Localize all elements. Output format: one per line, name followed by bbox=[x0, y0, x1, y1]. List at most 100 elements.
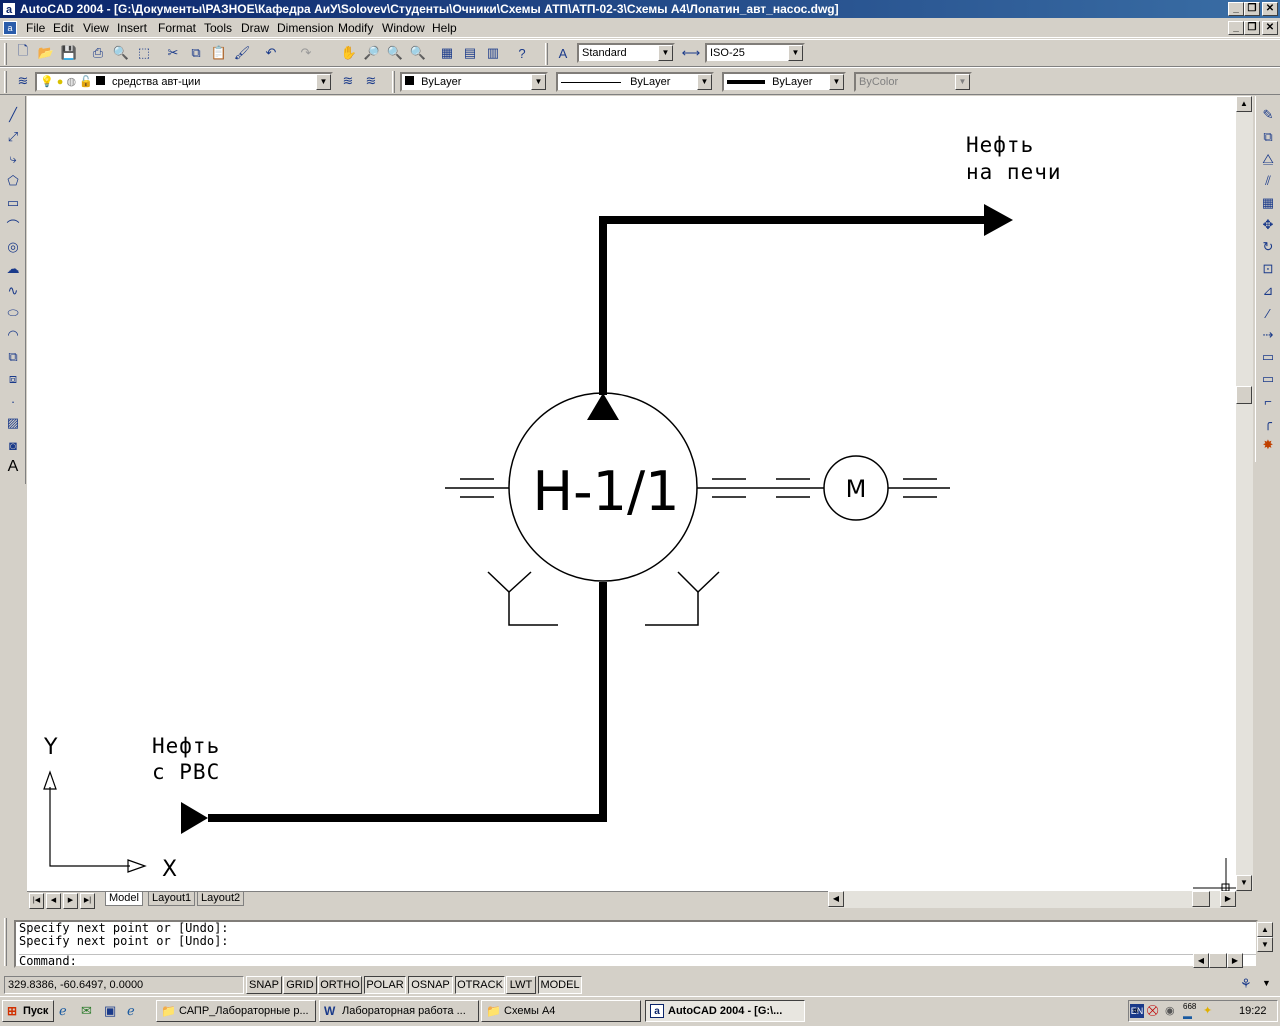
arc-icon[interactable]: ⌒ bbox=[2, 214, 24, 236]
multiline-text-icon[interactable]: A bbox=[2, 456, 24, 478]
restore-button[interactable]: ❐ bbox=[1244, 2, 1260, 16]
first-tab-button[interactable]: |◀ bbox=[29, 893, 44, 909]
communication-center-icon[interactable]: ⚘ bbox=[1240, 976, 1252, 992]
drawing-canvas[interactable]: Нефть на печи Нефть с РВС Н-1/1 М Y X bbox=[27, 96, 1236, 891]
menu-dimension[interactable]: Dimension bbox=[277, 21, 334, 35]
cmd-scroll-up-button[interactable]: ▲ bbox=[1257, 922, 1273, 937]
horizontal-scrollbar[interactable]: ◀ ▶ bbox=[828, 891, 1236, 908]
cut-icon[interactable]: ✂ bbox=[162, 42, 184, 64]
lwt-toggle[interactable]: LWT bbox=[506, 976, 536, 994]
task-folder-sapr[interactable]: 📁 САПР_Лабораторные р... bbox=[156, 1000, 316, 1022]
doc-close-button[interactable]: ✕ bbox=[1262, 21, 1278, 35]
command-history[interactable]: Specify next point or [Undo]: Specify ne… bbox=[14, 920, 1258, 968]
menu-draw[interactable]: Draw bbox=[241, 21, 269, 35]
scroll-left-button[interactable]: ◀ bbox=[828, 891, 844, 907]
otrack-toggle[interactable]: OTRACK bbox=[455, 976, 505, 994]
antivirus-icon[interactable]: ◉ bbox=[1165, 1001, 1175, 1021]
tab-model[interactable]: Model bbox=[105, 892, 143, 906]
outlook-icon[interactable]: ✉ bbox=[81, 1003, 92, 1019]
rectangle-icon[interactable]: ▭ bbox=[2, 192, 24, 214]
publish-icon[interactable]: ⬚ bbox=[133, 42, 155, 64]
new-icon[interactable]: 🗋 bbox=[12, 42, 34, 64]
tab-layout1[interactable]: Layout1 bbox=[148, 892, 196, 906]
model-toggle[interactable]: MODEL bbox=[538, 976, 582, 994]
ie-icon[interactable]: ℯ bbox=[127, 1003, 135, 1019]
toolbar-grip[interactable] bbox=[4, 71, 7, 93]
array-icon[interactable]: ▦ bbox=[1257, 192, 1279, 214]
doc-minimize-button[interactable]: _ bbox=[1228, 21, 1244, 35]
copy-object-icon[interactable]: ⧉ bbox=[1257, 126, 1279, 148]
snap-toggle[interactable]: SNAP bbox=[246, 976, 282, 994]
extend-icon[interactable]: ⇢ bbox=[1257, 324, 1279, 346]
break-icon[interactable]: ▭ bbox=[1257, 346, 1279, 368]
chevron-down-icon[interactable]: ▼ bbox=[788, 45, 803, 61]
preview-icon[interactable]: 🔍 bbox=[110, 42, 132, 64]
stretch-icon[interactable]: ⊿ bbox=[1257, 280, 1279, 302]
scale-icon[interactable]: ⊡ bbox=[1257, 258, 1279, 280]
mirror-icon[interactable]: ⧋ bbox=[1257, 148, 1279, 170]
menu-edit[interactable]: Edit bbox=[53, 21, 74, 35]
menu-modify[interactable]: Modify bbox=[338, 21, 373, 35]
prev-tab-button[interactable]: ◀ bbox=[46, 893, 61, 909]
last-tab-button[interactable]: ▶| bbox=[80, 893, 95, 909]
spline-icon[interactable]: ∿ bbox=[2, 280, 24, 302]
hatch-icon[interactable]: ▨ bbox=[2, 412, 24, 434]
revision-cloud-icon[interactable]: ☁ bbox=[2, 258, 24, 280]
tray-expand-icon[interactable]: « bbox=[1133, 1001, 1139, 1021]
ellipse-icon[interactable]: ⬭ bbox=[2, 302, 24, 324]
layer-freeze-icon[interactable]: ● bbox=[57, 76, 64, 88]
zoom-previous-icon[interactable]: 🔍 bbox=[407, 42, 429, 64]
make-block-icon[interactable]: ⧈ bbox=[2, 368, 24, 390]
ellipse-arc-icon[interactable]: ◠ bbox=[2, 324, 24, 346]
scroll-up-button[interactable]: ▲ bbox=[1236, 96, 1252, 112]
monitor-icon[interactable]: ▬ bbox=[1183, 1006, 1192, 1026]
chevron-down-icon[interactable]: ▼ bbox=[829, 74, 844, 90]
cmd-scroll-left-button[interactable]: ◀ bbox=[1193, 953, 1209, 968]
command-prompt[interactable]: Command: bbox=[19, 954, 1256, 968]
task-autocad[interactable]: a AutoCAD 2004 - [G:\... bbox=[645, 1000, 805, 1022]
menu-format[interactable]: Format bbox=[158, 21, 196, 35]
tab-layout2[interactable]: Layout2 bbox=[197, 892, 245, 906]
layer-lock-icon[interactable]: 🔓 bbox=[79, 76, 93, 88]
layer-on-icon[interactable]: 💡 bbox=[40, 76, 54, 88]
design-center-icon[interactable]: ▤ bbox=[459, 42, 481, 64]
fillet-icon[interactable]: ╭ bbox=[1257, 412, 1279, 434]
offset-icon[interactable]: ⫽ bbox=[1257, 170, 1279, 192]
start-button[interactable]: ⊞ Пуск bbox=[2, 1000, 54, 1022]
menu-insert[interactable]: Insert bbox=[117, 21, 147, 35]
desktop-icon[interactable]: ▣ bbox=[104, 1003, 116, 1019]
scroll-right-button[interactable]: ▶ bbox=[1220, 891, 1236, 907]
security-icon[interactable]: ✦ bbox=[1203, 1001, 1212, 1021]
rotate-icon[interactable]: ↻ bbox=[1257, 236, 1279, 258]
zoom-realtime-icon[interactable]: 🔎 bbox=[361, 42, 383, 64]
layer-vp-icon[interactable]: ◍ bbox=[66, 76, 76, 88]
menu-view[interactable]: View bbox=[83, 21, 109, 35]
tool-palettes-icon[interactable]: ▥ bbox=[482, 42, 504, 64]
undo-icon[interactable]: ↶ bbox=[260, 42, 282, 64]
horizontal-scroll-thumb[interactable] bbox=[1192, 891, 1210, 907]
osnap-toggle[interactable]: OSNAP bbox=[408, 976, 453, 994]
network-icon[interactable]: ⛒ bbox=[1147, 1001, 1158, 1021]
insert-block-icon[interactable]: ⧉ bbox=[2, 346, 24, 368]
layer-manager-icon[interactable]: ≋ bbox=[12, 70, 34, 92]
pan-icon[interactable]: ✋ bbox=[338, 42, 360, 64]
properties-icon[interactable]: ▦ bbox=[436, 42, 458, 64]
polygon-icon[interactable]: ⬠ bbox=[2, 170, 24, 192]
line-icon[interactable]: ╱ bbox=[2, 104, 24, 126]
scroll-down-button[interactable]: ▼ bbox=[1236, 875, 1252, 891]
chevron-down-icon[interactable]: ▼ bbox=[658, 45, 673, 61]
point-icon[interactable]: · bbox=[2, 390, 24, 412]
cmd-scroll-thumb[interactable] bbox=[1209, 953, 1227, 968]
toolbar-grip[interactable] bbox=[392, 71, 395, 93]
status-menu-chevron-icon[interactable]: ▼ bbox=[1262, 978, 1271, 988]
vertical-scroll-thumb[interactable] bbox=[1236, 386, 1252, 404]
cmd-scroll-right-button[interactable]: ▶ bbox=[1227, 953, 1243, 968]
print-icon[interactable]: ⎙ bbox=[87, 42, 109, 64]
vertical-scrollbar[interactable]: ▲ ▼ bbox=[1236, 96, 1253, 891]
lineweight-combo[interactable]: ByLayer ▼ bbox=[722, 72, 846, 92]
dim-style-combo[interactable]: ISO-25 ▼ bbox=[705, 43, 805, 63]
menu-tools[interactable]: Tools bbox=[204, 21, 232, 35]
make-current-layer-icon[interactable]: ≋ bbox=[337, 70, 359, 92]
copy-icon[interactable]: ⧉ bbox=[185, 42, 207, 64]
menu-help[interactable]: Help bbox=[432, 21, 457, 35]
